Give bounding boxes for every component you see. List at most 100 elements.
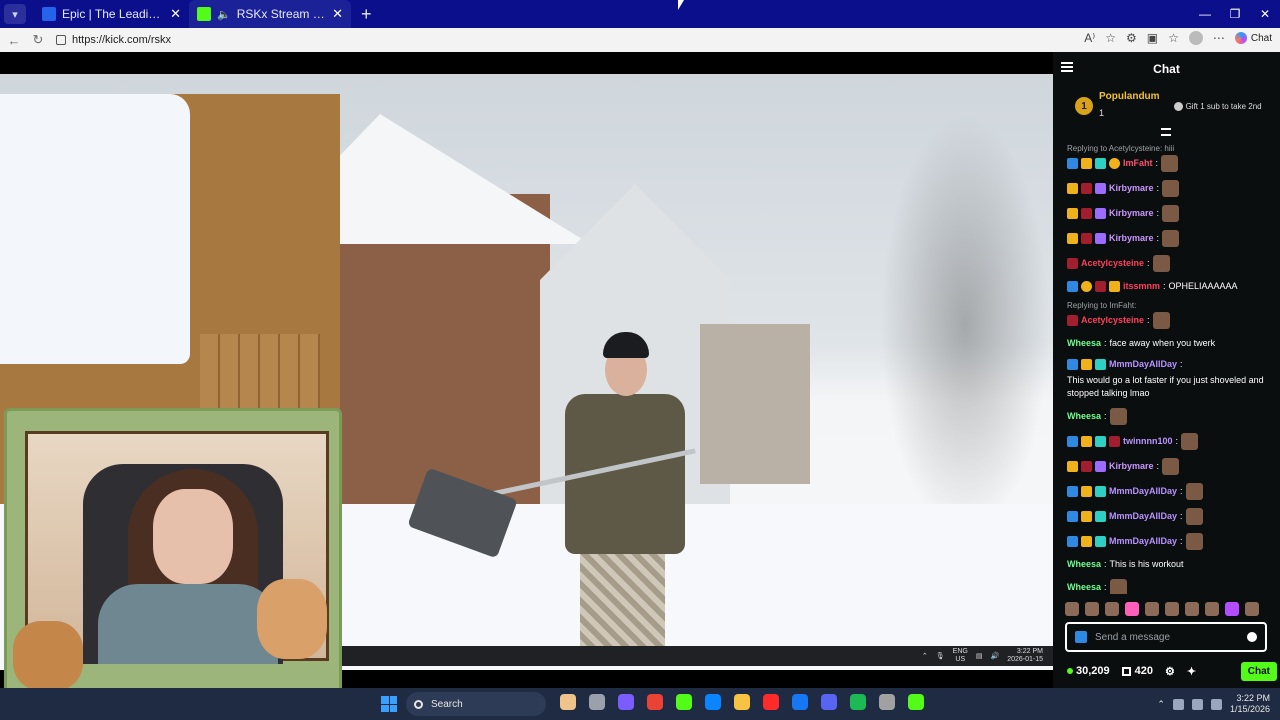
chat-username[interactable]: MmmDayAllDay <box>1109 358 1177 371</box>
store-button[interactable]: 420 <box>1121 665 1153 677</box>
close-tab-icon[interactable]: ✕ <box>332 6 343 22</box>
taskbar-search[interactable]: Search <box>406 692 546 716</box>
emote-icon[interactable] <box>1125 602 1139 616</box>
chevron-up-icon[interactable]: ⌃ <box>1157 699 1165 710</box>
gift-sub-prompt[interactable]: Gift 1 sub to take 2nd <box>1173 101 1262 111</box>
chat-message[interactable]: ImFaht: <box>1067 155 1270 172</box>
settings-gear-icon[interactable]: ⚙ <box>1165 665 1175 678</box>
taskbar-app-icon[interactable] <box>560 694 576 710</box>
volume-icon[interactable] <box>1191 698 1203 710</box>
minimize-button[interactable]: — <box>1190 0 1220 28</box>
teal-badge-icon[interactable] <box>1095 158 1106 169</box>
chat-username[interactable]: Wheesa <box>1067 410 1101 423</box>
chat-message[interactable]: Kirbymare: <box>1067 180 1270 197</box>
emote-icon[interactable] <box>1205 602 1219 616</box>
taskbar-app-icon[interactable] <box>879 694 895 710</box>
red-badge-icon[interactable] <box>1081 208 1092 219</box>
chat-emote-icon[interactable] <box>1185 533 1203 550</box>
teal-badge-icon[interactable] <box>1095 486 1106 497</box>
chat-emote-icon[interactable] <box>1162 205 1180 222</box>
teal-badge-icon[interactable] <box>1095 536 1106 547</box>
maximize-button[interactable]: ❐ <box>1220 0 1250 28</box>
chat-username[interactable]: Kirbymare <box>1109 232 1154 245</box>
gold-badge-icon[interactable] <box>1109 281 1120 292</box>
chat-message[interactable]: Acetylcysteine: <box>1067 312 1270 329</box>
chat-message[interactable]: Wheesa: <box>1067 408 1270 425</box>
emote-icon[interactable] <box>1145 602 1159 616</box>
teal-badge-icon[interactable] <box>1095 511 1106 522</box>
chat-username[interactable]: twinnnn100 <box>1123 435 1173 448</box>
chat-divider[interactable] <box>1053 126 1280 136</box>
chat-message[interactable]: MmmDayAllDay: <box>1067 533 1270 550</box>
blue-badge-icon[interactable] <box>1067 281 1078 292</box>
chat-username[interactable]: MmmDayAllDay <box>1109 510 1177 523</box>
taskbar-app-icon[interactable] <box>647 694 663 710</box>
chat-emote-icon[interactable] <box>1109 579 1127 594</box>
teal-badge-icon[interactable] <box>1095 436 1106 447</box>
red-badge-icon[interactable] <box>1109 436 1120 447</box>
chat-message[interactable]: Acetylcysteine: <box>1067 255 1270 272</box>
reply-context[interactable]: Replying to Acetylcysteine: hiii <box>1067 144 1270 153</box>
collapse-chat-icon[interactable] <box>1061 62 1073 74</box>
chat-emote-icon[interactable] <box>1162 230 1180 247</box>
chat-emote-icon[interactable] <box>1152 312 1170 329</box>
chat-username[interactable]: Wheesa <box>1067 558 1101 571</box>
medal-badge-icon[interactable] <box>1081 281 1092 292</box>
blue-badge-icon[interactable] <box>1067 486 1078 497</box>
battery-icon[interactable] <box>1210 698 1222 710</box>
red-badge-icon[interactable] <box>1081 233 1092 244</box>
emote-icon[interactable] <box>1065 602 1079 616</box>
red-badge-icon[interactable] <box>1095 281 1106 292</box>
red-badge-icon[interactable] <box>1081 183 1092 194</box>
read-aloud-icon[interactable]: A⁾ <box>1084 31 1095 45</box>
taskbar-app-icon[interactable] <box>589 694 605 710</box>
blue-badge-icon[interactable] <box>1067 536 1078 547</box>
taskbar-app-icon[interactable] <box>676 694 692 710</box>
gold-badge-icon[interactable] <box>1081 486 1092 497</box>
medal-badge-icon[interactable] <box>1109 158 1120 169</box>
red-badge-icon[interactable] <box>1081 461 1092 472</box>
chat-message[interactable]: Wheesa: This is his workout <box>1067 558 1270 571</box>
chat-message[interactable]: MmmDayAllDay: <box>1067 483 1270 500</box>
emote-icon[interactable] <box>1085 602 1099 616</box>
taskbar-app-icon[interactable] <box>618 694 634 710</box>
gold-badge-icon[interactable] <box>1067 208 1078 219</box>
gold-badge-icon[interactable] <box>1067 233 1078 244</box>
chat-emote-icon[interactable] <box>1162 458 1180 475</box>
speaker-icon[interactable]: 🔈 <box>217 8 231 21</box>
message-input[interactable]: Send a message <box>1065 622 1267 652</box>
chat-username[interactable]: Acetylcysteine <box>1081 314 1144 327</box>
chat-message[interactable]: Wheesa: face away when you twerk <box>1067 337 1270 350</box>
gold-badge-icon[interactable] <box>1081 436 1092 447</box>
tab-rskx[interactable]: 🔈 RSKx Stream - Watch Live on Kick ✕ <box>189 0 351 28</box>
blue-badge-icon[interactable] <box>1067 158 1078 169</box>
refresh-icon[interactable]: ↻ <box>28 32 48 48</box>
emote-icon[interactable] <box>1225 602 1239 616</box>
emote-icon[interactable] <box>1245 602 1259 616</box>
back-icon[interactable]: ← <box>4 33 24 48</box>
send-chat-button[interactable]: Chat <box>1240 661 1277 681</box>
chat-message[interactable]: Kirbymare: <box>1067 205 1270 222</box>
tab-epic[interactable]: Epic | The Leading Digital Library f ✕ <box>34 0 189 28</box>
close-tab-icon[interactable]: ✕ <box>170 6 181 22</box>
chat-message[interactable]: Wheesa: <box>1067 579 1270 594</box>
url-field[interactable]: https://kick.com/rskx <box>56 30 1096 50</box>
chat-username[interactable]: Acetylcysteine <box>1081 257 1144 270</box>
chat-emote-icon[interactable] <box>1185 508 1203 525</box>
chat-message[interactable]: Kirbymare: <box>1067 458 1270 475</box>
blue-badge-icon[interactable] <box>1067 359 1078 370</box>
taskbar-app-icon[interactable] <box>792 694 808 710</box>
emote-icon[interactable] <box>1185 602 1199 616</box>
purple-badge-icon[interactable] <box>1095 208 1106 219</box>
chat-emote-icon[interactable] <box>1162 180 1180 197</box>
chat-message[interactable]: twinnnn100: <box>1067 433 1270 450</box>
gold-badge-icon[interactable] <box>1081 359 1092 370</box>
chat-emote-icon[interactable] <box>1152 255 1170 272</box>
pinned-leaderboard[interactable]: 1 Populandum 1 Gift 1 sub to take 2nd <box>1053 86 1280 126</box>
chat-username[interactable]: Kirbymare <box>1109 207 1154 220</box>
chat-message[interactable]: Kirbymare: <box>1067 230 1270 247</box>
gold-badge-icon[interactable] <box>1081 511 1092 522</box>
purple-badge-icon[interactable] <box>1095 461 1106 472</box>
reply-context[interactable]: Replying to ImFaht: <box>1067 301 1270 310</box>
chat-emote-icon[interactable] <box>1161 155 1179 172</box>
